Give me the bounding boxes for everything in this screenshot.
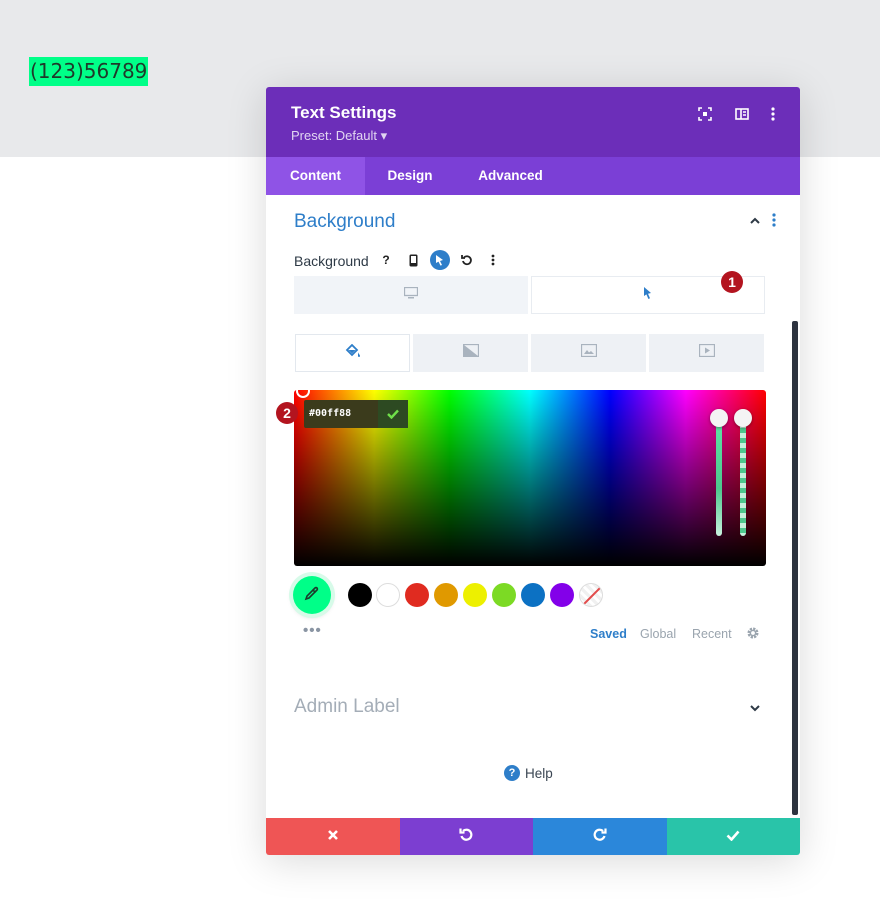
help-icon[interactable]: ? — [376, 250, 396, 270]
responsive-icon[interactable] — [403, 250, 423, 270]
desktop-mode-toggle[interactable] — [294, 276, 528, 314]
gear-icon[interactable] — [746, 626, 760, 645]
opacity-slider[interactable] — [740, 418, 746, 536]
tab-content[interactable]: Content — [266, 157, 365, 195]
hex-value[interactable]: #00ff88 — [309, 400, 351, 428]
annotation-badge-2: 2 — [276, 402, 298, 424]
swatch-orange[interactable] — [434, 583, 458, 607]
swatch-blue[interactable] — [521, 583, 545, 607]
section-more-icon[interactable] — [772, 213, 776, 232]
text-settings-modal: Text Settings Preset: Default ▾ Content … — [266, 87, 800, 855]
swatch-tab-global[interactable]: Global — [640, 627, 676, 641]
hue-slider-knob[interactable] — [710, 409, 728, 427]
discard-button[interactable] — [266, 818, 400, 855]
help-label: Help — [525, 765, 553, 781]
question-icon: ? — [504, 765, 520, 781]
spectrum-handle[interactable] — [296, 390, 310, 398]
modal-header: Text Settings Preset: Default ▾ — [266, 87, 800, 157]
sample-text-module[interactable]: (123)56789 — [29, 57, 149, 86]
swatch-purple[interactable] — [550, 583, 574, 607]
check-icon — [726, 828, 740, 846]
hover-icon[interactable] — [430, 250, 450, 270]
modal-footer — [266, 818, 800, 855]
admin-label-section-title[interactable]: Admin Label — [294, 696, 400, 718]
split-view-icon[interactable] — [732, 104, 752, 124]
save-button[interactable] — [666, 818, 800, 855]
help-link[interactable]: ? Help — [504, 765, 553, 781]
hover-cursor-icon — [643, 286, 653, 305]
reset-icon[interactable] — [457, 250, 477, 270]
close-icon — [327, 828, 339, 846]
tab-design[interactable]: Design — [374, 157, 446, 195]
current-color-swatch[interactable] — [293, 576, 331, 614]
color-icon — [345, 343, 361, 363]
swatch-white[interactable] — [376, 583, 400, 607]
swatch-red[interactable] — [405, 583, 429, 607]
annotation-badge-1: 1 — [721, 271, 743, 293]
chevron-up-icon[interactable] — [749, 214, 761, 232]
hue-slider[interactable] — [716, 418, 722, 536]
image-icon — [580, 343, 597, 362]
eyedropper-icon — [304, 585, 320, 606]
settings-tabs: Content Design Advanced — [266, 157, 800, 195]
more-swatches-button[interactable]: ••• — [303, 622, 322, 639]
background-color-tab[interactable] — [295, 334, 410, 372]
swatch-yellow[interactable] — [463, 583, 487, 607]
check-icon[interactable] — [378, 400, 408, 428]
fullscreen-icon[interactable] — [695, 104, 715, 124]
swatch-none[interactable] — [579, 583, 603, 607]
more-icon[interactable] — [483, 250, 503, 270]
more-options-icon[interactable] — [763, 104, 783, 124]
section-title[interactable]: Background — [294, 211, 395, 233]
redo-icon — [593, 827, 607, 846]
gradient-icon — [462, 343, 479, 362]
tab-advanced[interactable]: Advanced — [466, 157, 555, 195]
background-video-tab[interactable] — [649, 334, 764, 372]
background-gradient-tab[interactable] — [413, 334, 528, 372]
modal-title: Text Settings — [291, 103, 397, 122]
swatch-black[interactable] — [348, 583, 372, 607]
opacity-slider-knob[interactable] — [734, 409, 752, 427]
video-icon — [698, 343, 715, 362]
preset-dropdown[interactable]: Preset: Default ▾ — [291, 128, 387, 144]
swatch-tab-recent[interactable]: Recent — [692, 627, 732, 641]
swatch-tab-saved[interactable]: Saved — [590, 627, 627, 641]
desktop-icon — [403, 286, 419, 304]
hex-input[interactable]: #00ff88 — [304, 400, 408, 428]
swatch-green[interactable] — [492, 583, 516, 607]
background-field-label: Background — [294, 253, 369, 269]
chevron-down-icon[interactable] — [749, 701, 761, 719]
background-image-tab[interactable] — [531, 334, 646, 372]
undo-button[interactable] — [399, 818, 533, 855]
redo-button[interactable] — [533, 818, 667, 855]
scrollbar[interactable] — [792, 321, 798, 815]
undo-icon — [459, 827, 473, 846]
color-spectrum-picker[interactable]: #00ff88 — [294, 390, 766, 566]
